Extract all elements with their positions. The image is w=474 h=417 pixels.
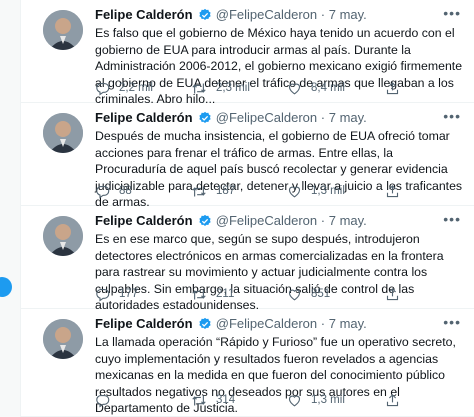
- left-sidebar-strip: [0, 0, 20, 417]
- author-name[interactable]: Felipe Calderón: [95, 110, 193, 125]
- retweet-count: 211: [216, 288, 235, 300]
- tweet-thread: Felipe Calderón @FelipeCalderon · 7 may.…: [20, 0, 474, 417]
- heart-icon: [288, 83, 301, 94]
- retweet-button[interactable]: 2,3 mil: [191, 80, 250, 96]
- retweet-button[interactable]: 314: [191, 392, 235, 408]
- reply-count: 2,2 mil: [119, 82, 153, 94]
- reply-icon: [96, 394, 110, 408]
- retweet-count: 187: [216, 185, 236, 197]
- separator-dot: ·: [320, 110, 326, 125]
- share-button[interactable]: [385, 183, 409, 199]
- tweet-header: Felipe Calderón @FelipeCalderon · 7 may.…: [95, 4, 463, 27]
- tweet-header: Felipe Calderón @FelipeCalderon · 7 may.…: [95, 313, 463, 336]
- share-button[interactable]: [385, 286, 409, 302]
- author-handle[interactable]: @FelipeCalderon: [216, 110, 317, 125]
- retweet-count: 314: [216, 394, 236, 406]
- retweet-icon: [192, 83, 206, 93]
- reply-icon: [96, 288, 110, 302]
- like-count: 851: [311, 288, 331, 300]
- share-button[interactable]: [385, 392, 409, 408]
- reply-button[interactable]: [95, 392, 119, 408]
- heart-icon: [288, 186, 301, 197]
- tweet[interactable]: Felipe Calderón @FelipeCalderon · 7 may.…: [21, 0, 474, 106]
- verified-badge-icon: [198, 8, 212, 27]
- timestamp[interactable]: 7 may.: [329, 316, 367, 331]
- like-count: 8,4 mil: [311, 82, 345, 94]
- tweet-header: Felipe Calderón @FelipeCalderon · 7 may.…: [95, 107, 463, 130]
- tweet[interactable]: Felipe Calderón @FelipeCalderon · 7 may.…: [21, 103, 474, 209]
- retweet-button[interactable]: 211: [191, 286, 234, 302]
- heart-icon: [288, 289, 301, 300]
- timestamp[interactable]: 7 may.: [329, 110, 367, 125]
- retweet-icon: [192, 186, 206, 196]
- like-button[interactable]: 8,4 mil: [287, 80, 345, 96]
- author-handle[interactable]: @FelipeCalderon: [216, 213, 317, 228]
- reply-button[interactable]: 88: [95, 183, 132, 199]
- reply-button[interactable]: 177: [95, 286, 138, 302]
- more-options-icon[interactable]: •••: [443, 4, 461, 22]
- reply-icon: [96, 185, 110, 199]
- separator-dot: ·: [320, 7, 326, 22]
- share-icon: [386, 287, 399, 300]
- retweet-icon: [192, 395, 206, 405]
- share-icon: [386, 81, 399, 94]
- avatar[interactable]: [43, 216, 83, 256]
- share-icon: [386, 393, 399, 406]
- avatar[interactable]: [43, 10, 83, 50]
- tweet-actions: 314 1,3 mil: [95, 392, 463, 408]
- author-handle[interactable]: @FelipeCalderon: [216, 316, 317, 331]
- avatar[interactable]: [43, 113, 83, 153]
- tweet[interactable]: Felipe Calderón @FelipeCalderon · 7 may.…: [21, 206, 474, 312]
- like-button[interactable]: 1,3 mil: [287, 183, 345, 199]
- separator-dot: ·: [320, 213, 326, 228]
- retweet-icon: [192, 289, 206, 299]
- verified-badge-icon: [198, 111, 212, 130]
- tweet-header: Felipe Calderón @FelipeCalderon · 7 may.…: [95, 210, 463, 233]
- share-icon: [386, 184, 399, 197]
- retweet-count: 2,3 mil: [216, 82, 250, 94]
- reply-count: 177: [119, 288, 139, 300]
- like-count: 1,3 mil: [311, 394, 345, 406]
- retweet-button[interactable]: 187: [191, 183, 235, 199]
- like-count: 1,3 mil: [311, 185, 345, 197]
- verified-badge-icon: [198, 317, 212, 336]
- share-button[interactable]: [385, 80, 409, 96]
- like-button[interactable]: 851: [287, 286, 330, 302]
- author-handle[interactable]: @FelipeCalderon: [216, 7, 317, 22]
- tweet-actions: 2,2 mil 2,3 mil 8,4 mil: [95, 80, 463, 96]
- heart-icon: [288, 395, 301, 406]
- author-name[interactable]: Felipe Calderón: [95, 7, 193, 22]
- reply-count: 88: [119, 185, 132, 197]
- author-name[interactable]: Felipe Calderón: [95, 213, 193, 228]
- reply-icon: [96, 82, 110, 96]
- more-options-icon[interactable]: •••: [443, 210, 461, 228]
- reply-button[interactable]: 2,2 mil: [95, 80, 153, 96]
- tweet-actions: 88 187 1,3 mil: [95, 183, 463, 199]
- avatar[interactable]: [43, 319, 83, 359]
- timestamp[interactable]: 7 may.: [329, 213, 367, 228]
- verified-badge-icon: [198, 214, 212, 233]
- more-options-icon[interactable]: •••: [443, 313, 461, 331]
- tweet[interactable]: Felipe Calderón @FelipeCalderon · 7 may.…: [21, 309, 474, 417]
- author-name[interactable]: Felipe Calderón: [95, 316, 193, 331]
- timestamp[interactable]: 7 may.: [329, 7, 367, 22]
- like-button[interactable]: 1,3 mil: [287, 392, 345, 408]
- more-options-icon[interactable]: •••: [443, 107, 461, 125]
- tweet-actions: 177 211 851: [95, 286, 463, 302]
- separator-dot: ·: [320, 316, 326, 331]
